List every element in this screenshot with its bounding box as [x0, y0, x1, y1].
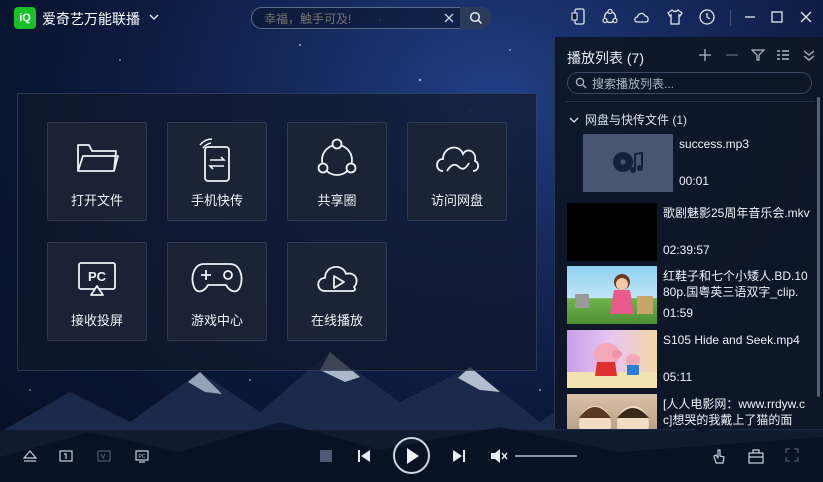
subtitle-icon[interactable]: [58, 448, 74, 464]
group-label: 网盘与快传文件 (1): [585, 113, 688, 127]
list-view-icon[interactable]: [776, 48, 790, 62]
app-logo-icon: iQ: [14, 7, 36, 29]
svg-text:PC: PC: [88, 269, 107, 284]
item-duration: 05:11: [663, 370, 693, 384]
next-icon[interactable]: [450, 447, 468, 465]
skin-icon[interactable]: [666, 8, 684, 26]
play-button[interactable]: [393, 437, 430, 474]
music-thumbnail: [583, 134, 673, 192]
phone-transfer-icon: [199, 138, 230, 182]
feature-panel: 打开文件 手机快传 共享圈 访问网盘 PC 接收投屏 游戏中心 在线播放: [17, 93, 537, 371]
title-bar: iQ 爱奇艺万能联播: [0, 0, 823, 36]
tile-label: 接收投屏: [70, 313, 123, 328]
pc-cast-icon: PC: [78, 262, 116, 296]
phone-mirror-icon[interactable]: [570, 8, 588, 26]
search-icon: [469, 11, 482, 25]
chevron-down-icon[interactable]: [148, 10, 160, 24]
playlist-search-input[interactable]: [592, 76, 792, 91]
titlebar-divider: [730, 10, 731, 26]
search-box: [251, 7, 491, 29]
toolbox-icon[interactable]: [747, 447, 765, 465]
video-thumbnail: [567, 266, 657, 324]
tile-label: 手机快传: [190, 193, 243, 208]
open-file-tile[interactable]: 打开文件: [47, 122, 147, 221]
clear-icon[interactable]: [442, 11, 456, 25]
share-circle-icon: [317, 138, 357, 176]
game-center-tile[interactable]: 游戏中心: [167, 242, 267, 341]
list-item[interactable]: 红鞋子和七个小矮人.BD.1080p.国粤英三语双字_clip. 01:59: [567, 266, 812, 326]
phone-transfer-tile[interactable]: 手机快传: [167, 122, 267, 221]
tile-label: 打开文件: [70, 193, 123, 208]
app-title[interactable]: 爱奇艺万能联播: [42, 9, 140, 29]
item-duration: 00:01: [679, 174, 710, 188]
logo-text: iQ: [19, 12, 31, 24]
search-button[interactable]: [460, 7, 491, 29]
remove-icon[interactable]: [725, 48, 739, 62]
close-icon[interactable]: [797, 8, 815, 26]
item-name: [人人电影网：www.rrdyw.cc]想哭的我戴上了猫的面: [663, 397, 806, 427]
folder-icon: [77, 144, 119, 172]
cloud-drive-tile[interactable]: 访问网盘: [407, 122, 507, 221]
search-input[interactable]: [264, 11, 444, 26]
history-icon[interactable]: [698, 8, 716, 26]
tile-label: 访问网盘: [430, 193, 483, 208]
svg-text:PC: PC: [139, 454, 146, 460]
list-item[interactable]: 歌剧魅影25周年音乐会.mkv 02:39:57: [567, 203, 812, 263]
item-name: S105 Hide and Seek.mp4: [663, 333, 800, 347]
gamepad-icon: [191, 263, 243, 293]
playlist-panel: 播放列表 (7) 网盘与快传文件 (1) success.mp3 00:01 歌…: [554, 37, 823, 429]
collapse-icon[interactable]: [802, 48, 816, 62]
online-play-tile[interactable]: 在线播放: [287, 242, 387, 341]
list-item[interactable]: success.mp3 00:01: [583, 134, 813, 194]
mute-icon[interactable]: [489, 447, 509, 465]
playlist-title: 播放列表 (7): [567, 50, 644, 66]
stop-icon[interactable]: [319, 449, 333, 463]
item-name: 红鞋子和七个小矮人.BD.1080p.国粤英三语双字_clip.: [663, 269, 808, 299]
chevron-down-icon: [569, 117, 579, 123]
minimize-icon[interactable]: [741, 8, 759, 26]
filter-icon[interactable]: [751, 48, 765, 62]
item-duration: 02:39:57: [663, 243, 710, 257]
item-name: 歌剧魅影25周年音乐会.mkv: [663, 206, 810, 220]
eject-icon[interactable]: [22, 448, 38, 464]
control-bar: PC: [0, 430, 823, 482]
play-icon: [406, 447, 419, 464]
divider: [565, 101, 815, 102]
music-disc-icon: [613, 151, 643, 173]
list-item[interactable]: [人人电影网：www.rrdyw.cc]想哭的我戴上了猫的面: [567, 394, 812, 429]
cloud-play-icon: [317, 266, 358, 292]
receive-cast-tile[interactable]: PC 接收投屏: [47, 242, 147, 341]
list-item[interactable]: S105 Hide and Seek.mp4 05:11: [567, 330, 812, 390]
add-icon[interactable]: [698, 48, 712, 62]
vr-mode-icon[interactable]: [96, 448, 112, 464]
playlist-search-box: [567, 72, 812, 94]
tile-label: 游戏中心: [190, 313, 243, 328]
video-thumbnail: [567, 203, 657, 261]
volume-slider[interactable]: [515, 455, 577, 457]
cloud-drive-icon: [436, 146, 480, 172]
tile-label: 在线播放: [310, 313, 363, 328]
share-circle-tile[interactable]: 共享圈: [287, 122, 387, 221]
search-icon: [575, 77, 587, 89]
playlist-group-header[interactable]: 网盘与快传文件 (1): [569, 111, 687, 128]
video-thumbnail: [567, 330, 657, 388]
cast-pc-icon[interactable]: PC: [134, 448, 150, 464]
previous-icon[interactable]: [355, 447, 373, 465]
tile-label: 共享圈: [317, 193, 357, 208]
item-duration: 01:59: [663, 306, 694, 320]
scrollbar[interactable]: [817, 97, 820, 397]
item-name: success.mp3: [679, 137, 750, 151]
fullscreen-icon[interactable]: [784, 447, 800, 463]
share-icon[interactable]: [601, 8, 619, 26]
cloud-icon[interactable]: [633, 8, 651, 26]
maximize-icon[interactable]: [768, 8, 786, 26]
video-thumbnail: [567, 394, 657, 429]
hand-tool-icon[interactable]: [711, 447, 727, 465]
